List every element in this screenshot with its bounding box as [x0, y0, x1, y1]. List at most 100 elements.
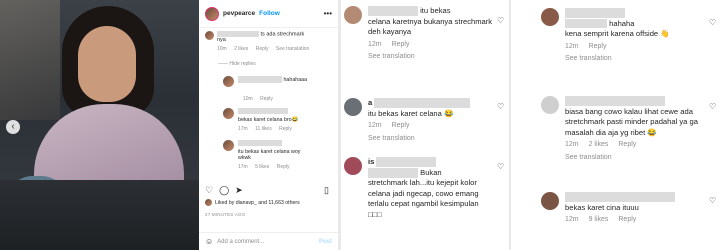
reply-link[interactable]: Reply	[618, 141, 636, 148]
caption-comment: ts ada strechmark nya 10m 2 likes Reply …	[205, 31, 315, 52]
like-heart-icon[interactable]: ♡	[709, 18, 716, 27]
avatar[interactable]	[344, 6, 362, 24]
comment-text-cont: celana karetnya bukanya strechmark deh k…	[368, 16, 493, 37]
heart-icon[interactable]: ♡	[205, 185, 213, 196]
comment-meta: 12m Reply	[368, 40, 410, 48]
see-translation-link[interactable]: See translation	[565, 54, 670, 65]
comment-meta: 17m 5 likes Reply	[238, 163, 290, 170]
comment-item: itu bekas celana karetnya bukanya strech…	[344, 6, 494, 63]
comment-text-cont: stretchmark lah...itu kejepit kolor cela…	[368, 178, 479, 219]
avatar[interactable]	[541, 96, 559, 114]
comment-meta: 10m 2 likes Reply See translation	[217, 46, 310, 53]
add-comment-input[interactable]: Add a comment...	[217, 239, 264, 245]
reply-link[interactable]: Reply	[279, 126, 292, 132]
reply-item: hahahaaa	[223, 76, 307, 87]
blurred-mention	[368, 167, 418, 178]
bookmark-icon[interactable]: ▯	[324, 185, 329, 196]
avatar[interactable]	[223, 140, 234, 151]
reply-link[interactable]: Reply	[277, 164, 290, 170]
comment-item: hahaha kena semprit karena offside 👋 12m…	[541, 8, 706, 65]
comment-username[interactable]: a	[368, 98, 372, 107]
comment-text-cont: nya	[217, 37, 226, 44]
reply-item: bekas karet celana bro😂 17m 11 likes Rep…	[223, 108, 298, 132]
see-translation-link[interactable]: See translation	[565, 153, 715, 164]
avatar[interactable]	[223, 108, 234, 119]
carousel-prev-icon[interactable]: ‹	[6, 120, 20, 134]
blurred-username	[565, 96, 665, 106]
comment-meta: 10m Reply	[243, 96, 273, 102]
blurred-username	[565, 8, 625, 18]
emoji-icon[interactable]: ☺	[205, 237, 213, 246]
comment-meta: 17m 11 likes Reply	[238, 125, 292, 132]
blurred-username	[238, 76, 282, 83]
avatar[interactable]	[205, 6, 219, 21]
comments-panel-2: itu bekas celana karetnya bukanya strech…	[341, 0, 509, 250]
comment-text: bekas karet celana bro😂	[238, 116, 299, 123]
like-heart-icon[interactable]: ♡	[709, 196, 716, 205]
reply-link[interactable]: Reply	[589, 43, 607, 50]
comment-text: hahahaaa	[283, 76, 308, 83]
blurred-mention	[565, 19, 607, 28]
like-heart-icon[interactable]: ♡	[497, 102, 504, 111]
comment-text: bekas karet cina ituuu	[565, 202, 639, 212]
likes-summary: Liked by dianavp_ and 11,663 others	[205, 199, 300, 206]
more-options-icon[interactable]: •••	[324, 9, 332, 18]
like-heart-icon[interactable]: ♡	[709, 102, 716, 111]
comment-item: bekas karet cina ituuu 12m 9 likes Reply	[541, 192, 706, 226]
see-translation-link[interactable]: See translation	[368, 52, 494, 63]
like-heart-icon[interactable]: ♡	[497, 16, 504, 25]
comment-icon[interactable]: ◯	[219, 185, 229, 196]
blurred-username	[238, 108, 288, 114]
comment-text: itu bekas karet celana woy wkwk	[238, 148, 301, 161]
follow-button[interactable]: Follow	[259, 10, 280, 17]
post-header: pevpearce Follow •••	[199, 0, 338, 28]
comment-meta: 12m Reply	[565, 42, 607, 50]
comment-text: Bukan	[420, 167, 442, 177]
comment-username[interactable]: is	[368, 157, 374, 166]
share-icon[interactable]: ➤	[235, 185, 243, 196]
reply-item: itu bekas karet celana woy wkwk 17m 5 li…	[223, 140, 308, 170]
avatar[interactable]	[344, 98, 362, 116]
comment-text-cont: kena semprit karena offside 👋	[565, 29, 670, 38]
post-button[interactable]: Post	[319, 239, 332, 245]
add-comment-bar: ☺ Add a comment... Post	[199, 232, 338, 250]
comment-item: biasa bang cowo kalau lihat cewe ada str…	[541, 96, 706, 163]
comment-text: hahaha	[609, 18, 635, 28]
blurred-username	[565, 192, 675, 202]
see-translation-link[interactable]: See translation	[368, 134, 470, 145]
blurred-username	[374, 98, 471, 108]
avatar[interactable]	[344, 157, 362, 175]
reply-link[interactable]: Reply	[260, 96, 273, 102]
post-panel: ‹ pevpearce Follow ••• ts ada strechmark…	[0, 0, 338, 250]
avatar[interactable]	[541, 8, 559, 26]
blurred-username	[368, 6, 418, 16]
comment-meta: 12m 9 likes Reply	[565, 216, 637, 223]
post-photo: ‹	[0, 0, 199, 250]
reply-link[interactable]: Reply	[392, 122, 410, 129]
post-username[interactable]: pevpearce	[223, 10, 255, 17]
reply-link[interactable]: Reply	[618, 216, 636, 223]
like-heart-icon[interactable]: ♡	[497, 162, 504, 171]
comments-panel-3: hahaha kena semprit karena offside 👋 12m…	[511, 0, 720, 250]
post-time: 27 MINUTES AGO	[205, 212, 246, 217]
blurred-username	[217, 31, 259, 37]
comment-text: itu bekas karet celana 😂	[368, 108, 454, 118]
reply-link[interactable]: Reply	[392, 41, 410, 48]
avatar[interactable]	[205, 31, 214, 40]
reply-link[interactable]: Reply	[256, 46, 269, 52]
avatar[interactable]	[223, 76, 234, 87]
likes-text[interactable]: Liked by dianavp_ and 11,663 others	[215, 200, 300, 206]
avatar[interactable]	[541, 192, 559, 210]
see-translation-link[interactable]: See translation	[276, 46, 309, 52]
post-sidebar: pevpearce Follow ••• ts ada strechmark n…	[199, 0, 338, 250]
comment-text: biasa bang cowo kalau lihat cewe ada str…	[565, 106, 698, 137]
action-bar: ♡ ◯ ➤ ▯	[205, 185, 329, 196]
comment-text: ts ada strechmark	[260, 31, 305, 38]
avatar	[205, 199, 212, 206]
comment-item: is Bukan stretchmark lah...itu kejepit k…	[344, 157, 494, 220]
comment-text: itu bekas	[420, 6, 451, 15]
blurred-username	[376, 157, 437, 167]
hide-replies-link[interactable]: —— Hide replies	[218, 61, 256, 67]
comment-meta: 12m 2 likes Reply	[565, 141, 637, 148]
comment-item: a itu bekas karet celana 😂 12m Reply See…	[344, 98, 494, 144]
